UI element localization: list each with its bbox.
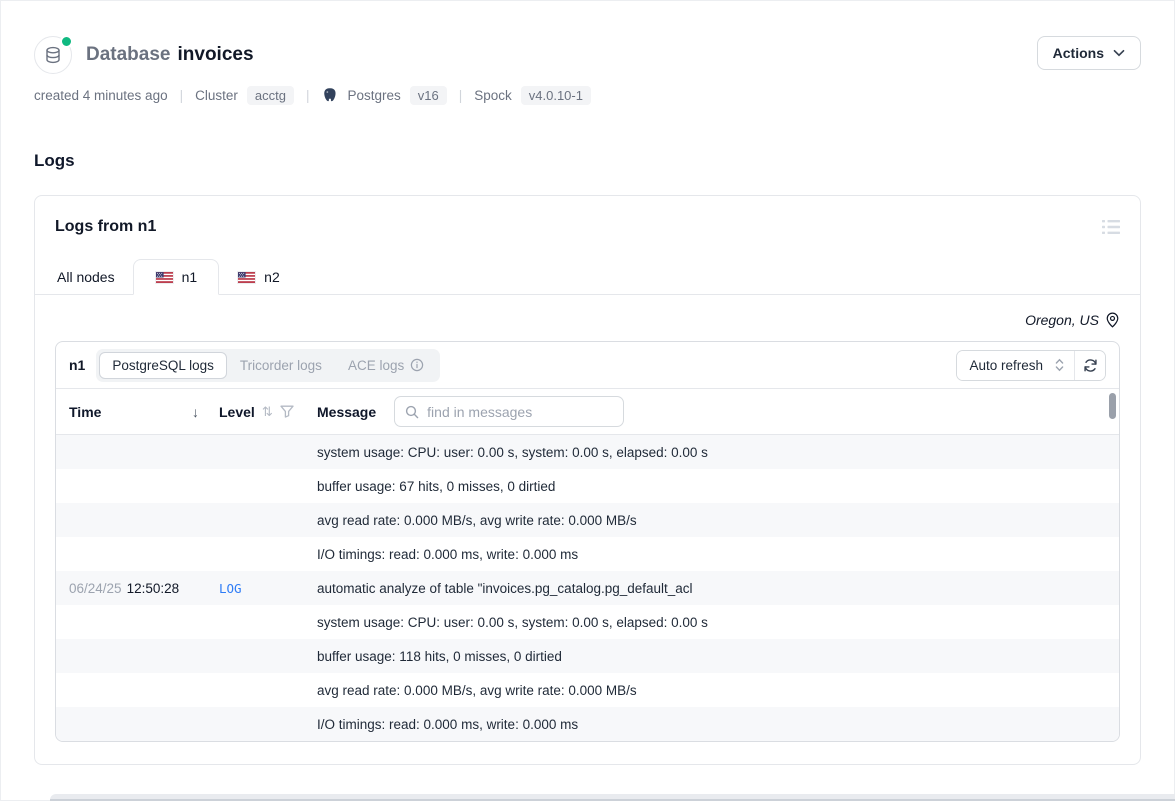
segment-label: Tricorder logs bbox=[240, 358, 322, 373]
auto-refresh-select[interactable]: Auto refresh bbox=[957, 351, 1074, 380]
column-header-level[interactable]: Level bbox=[219, 404, 255, 420]
node-tab-panel: Oregon, US n1 PostgreSQL logs bbox=[35, 295, 1140, 764]
actions-button-label: Actions bbox=[1053, 45, 1104, 61]
tab-n2[interactable]: n2 bbox=[219, 259, 298, 294]
sort-descending-icon[interactable]: ↓ bbox=[192, 404, 199, 420]
us-flag-icon bbox=[155, 271, 174, 284]
location-pin-icon bbox=[1105, 312, 1120, 328]
tab-postgresql-logs[interactable]: PostgreSQL logs bbox=[99, 352, 227, 379]
us-flag-icon bbox=[237, 271, 256, 284]
search-input[interactable] bbox=[427, 404, 613, 420]
logs-table: n1 PostgreSQL logs Tricorder logs ACE lo… bbox=[55, 341, 1120, 742]
table-row[interactable]: I/O timings: read: 0.000 ms, write: 0.00… bbox=[56, 537, 1119, 571]
row-message: I/O timings: read: 0.000 ms, write: 0.00… bbox=[317, 547, 578, 562]
segment-label: ACE logs bbox=[348, 358, 404, 373]
table-body: system usage: CPU: user: 0.00 s, system:… bbox=[56, 435, 1119, 741]
refresh-controls: Auto refresh bbox=[956, 350, 1106, 381]
column-header-message: Message bbox=[317, 404, 376, 420]
table-row[interactable]: system usage: CPU: user: 0.00 s, system:… bbox=[56, 605, 1119, 639]
info-icon bbox=[410, 358, 424, 372]
row-message: avg read rate: 0.000 MB/s, avg write rat… bbox=[317, 513, 637, 528]
tab-label: n2 bbox=[264, 269, 280, 285]
filter-icon[interactable] bbox=[280, 405, 294, 418]
region-label: Oregon, US bbox=[1025, 312, 1099, 328]
row-message: I/O timings: read: 0.000 ms, write: 0.00… bbox=[317, 717, 578, 732]
row-level: LOG bbox=[219, 581, 242, 596]
tab-label: n1 bbox=[182, 269, 198, 285]
table-row[interactable]: buffer usage: 118 hits, 0 misses, 0 dirt… bbox=[56, 639, 1119, 673]
refresh-button[interactable] bbox=[1074, 351, 1105, 380]
row-message: buffer usage: 118 hits, 0 misses, 0 dirt… bbox=[317, 649, 562, 664]
row-message: avg read rate: 0.000 MB/s, avg write rat… bbox=[317, 683, 637, 698]
row-message: automatic analyze of table "invoices.pg_… bbox=[317, 581, 693, 596]
postgres-label: Postgres bbox=[347, 88, 400, 103]
postgres-elephant-icon bbox=[321, 87, 338, 104]
separator: | bbox=[459, 88, 463, 103]
row-message: buffer usage: 67 hits, 0 misses, 0 dirti… bbox=[317, 479, 555, 494]
section-title: Logs bbox=[34, 151, 1141, 171]
table-header: Time ↓ Level ⇅ Message bbox=[56, 388, 1119, 435]
created-text: created 4 minutes ago bbox=[34, 88, 168, 103]
tab-all-nodes[interactable]: All nodes bbox=[39, 259, 133, 294]
card-title: Logs from n1 bbox=[55, 218, 156, 236]
scrollbar-thumb[interactable] bbox=[1109, 393, 1116, 419]
sort-toggle-icon[interactable]: ⇅ bbox=[262, 404, 273, 420]
row-date: 06/24/25 bbox=[69, 581, 122, 596]
postgres-version-badge: v16 bbox=[410, 86, 447, 105]
table-row[interactable]: avg read rate: 0.000 MB/s, avg write rat… bbox=[56, 673, 1119, 707]
column-header-time[interactable]: Time bbox=[69, 404, 101, 420]
database-header: Database invoices Actions bbox=[34, 0, 1141, 74]
select-chevrons-icon bbox=[1055, 358, 1064, 372]
entity-type-label: Database bbox=[86, 44, 171, 66]
chevron-down-icon bbox=[1113, 49, 1125, 57]
table-row[interactable]: I/O timings: read: 0.000 ms, write: 0.00… bbox=[56, 707, 1119, 741]
actions-button[interactable]: Actions bbox=[1037, 36, 1141, 70]
log-list-icon bbox=[1102, 219, 1120, 235]
row-message: system usage: CPU: user: 0.00 s, system:… bbox=[317, 615, 708, 630]
spock-version-badge: v4.0.10-1 bbox=[521, 86, 591, 105]
log-type-switcher: PostgreSQL logs Tricorder logs ACE logs bbox=[96, 349, 440, 382]
row-time: 12:50:28 bbox=[127, 581, 180, 596]
table-row[interactable]: system usage: CPU: user: 0.00 s, system:… bbox=[56, 435, 1119, 469]
spock-label: Spock bbox=[474, 88, 512, 103]
page: { "header": { "entity_type": "Database",… bbox=[0, 0, 1175, 801]
table-row[interactable]: avg read rate: 0.000 MB/s, avg write rat… bbox=[56, 503, 1119, 537]
status-dot bbox=[60, 35, 73, 48]
message-search bbox=[394, 396, 624, 427]
node-tabs: All nodes n1 bbox=[35, 258, 1140, 295]
separator: | bbox=[180, 88, 184, 103]
segment-label: PostgreSQL logs bbox=[112, 358, 214, 373]
table-row[interactable]: buffer usage: 67 hits, 0 misses, 0 dirti… bbox=[56, 469, 1119, 503]
tab-label: All nodes bbox=[57, 269, 115, 285]
table-row[interactable]: 06/24/25 12:50:28 LOG automatic analyze o… bbox=[56, 571, 1119, 605]
tab-n1[interactable]: n1 bbox=[133, 259, 220, 295]
tab-tricorder-logs[interactable]: Tricorder logs bbox=[227, 352, 335, 379]
next-section-peek bbox=[50, 794, 1175, 801]
auto-refresh-label: Auto refresh bbox=[969, 358, 1043, 373]
separator: | bbox=[306, 88, 310, 103]
node-name-label: n1 bbox=[69, 357, 85, 373]
database-icon bbox=[34, 36, 72, 74]
cluster-badge[interactable]: acctg bbox=[247, 86, 294, 105]
tab-ace-logs[interactable]: ACE logs bbox=[335, 352, 437, 379]
row-message: system usage: CPU: user: 0.00 s, system:… bbox=[317, 445, 708, 460]
logs-card: Logs from n1 All nodes bbox=[34, 195, 1141, 765]
database-meta: created 4 minutes ago | Cluster acctg | … bbox=[34, 86, 1141, 105]
cluster-label: Cluster bbox=[195, 88, 238, 103]
search-icon bbox=[405, 405, 419, 419]
page-title: invoices bbox=[178, 44, 254, 66]
